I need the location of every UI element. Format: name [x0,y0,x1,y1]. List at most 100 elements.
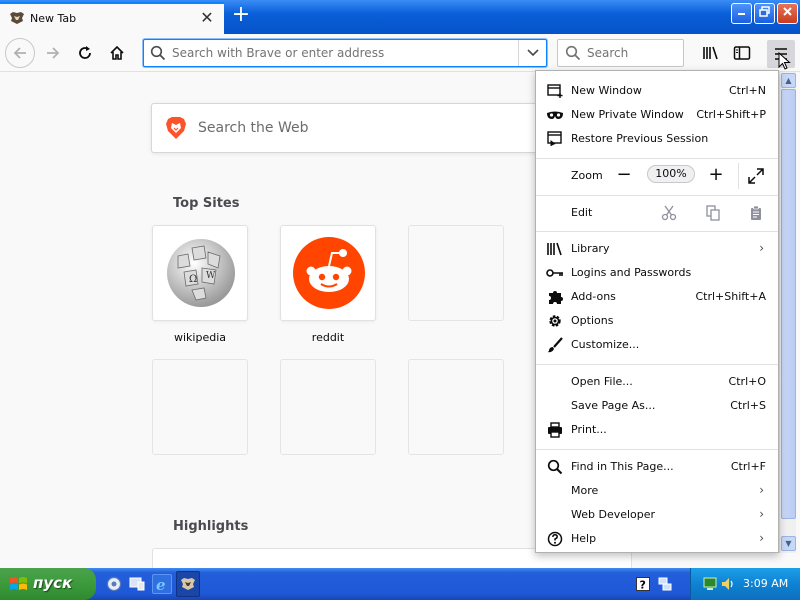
svg-text:Ω: Ω [189,274,197,285]
top-site-tile-empty[interactable] [152,359,248,455]
forward-button[interactable] [40,40,66,66]
taskbar-browser-button[interactable] [176,571,200,597]
maximize-button[interactable] [754,3,775,24]
sidebar-button[interactable] [729,40,755,66]
tray-network-icon[interactable] [655,574,675,594]
chevron-right-icon: › [759,483,764,497]
address-dropdown-button[interactable] [518,40,546,66]
address-bar[interactable] [143,39,547,67]
menu-item-find[interactable]: Find in This Page... Ctrl+F [536,455,778,479]
menu-item-edit: Edit [536,201,778,225]
scissors-icon [661,205,677,221]
scrollbar-thumb[interactable] [781,89,796,519]
page-scrollbar[interactable]: ▲ ▼ [779,72,796,553]
search-bar[interactable] [557,39,684,67]
fullscreen-button[interactable] [747,167,765,185]
help-icon [546,531,564,547]
clock: 3:09 AM [743,577,789,590]
zoom-reset-button[interactable]: 100% [647,165,695,183]
menu-item-web-developer[interactable]: Web Developer › [536,503,778,527]
menu-item-print[interactable]: Print... [536,418,778,442]
new-window-icon [546,83,564,99]
private-mask-icon [546,107,564,123]
tab-close-icon[interactable]: ✕ [198,9,216,27]
highlights-heading: Highlights [173,519,249,534]
cut-button[interactable] [660,204,678,222]
minimize-button[interactable] [731,3,752,24]
menu-item-zoom: Zoom − 100% + [536,163,778,189]
fullscreen-icon [748,168,764,184]
top-site-tile-empty[interactable] [408,359,504,455]
top-site-tile-empty[interactable] [408,225,504,321]
navigation-toolbar [0,34,800,72]
library-icon [546,241,564,257]
brave-lion-icon [166,117,186,139]
reload-button[interactable] [72,40,98,66]
restore-icon [759,6,770,17]
top-site-tile-wikipedia[interactable]: Ω W [152,225,248,321]
quicklaunch-media-icon[interactable] [104,574,124,594]
menu-item-open-file[interactable]: Open File... Ctrl+O [536,370,778,394]
search-icon [150,45,166,61]
gear-icon [546,313,564,329]
search-input[interactable] [587,45,677,61]
zoom-in-button[interactable]: + [706,166,726,184]
edit-label: Edit [571,206,593,219]
menu-separator [536,195,778,196]
web-search-placeholder: Search the Web [198,120,309,136]
scroll-down-button[interactable]: ▼ [781,536,796,551]
menu-item-options[interactable]: Options [536,309,778,333]
tray-help-icon[interactable]: ? [633,574,653,594]
close-window-button[interactable] [777,3,798,24]
menu-item-addons[interactable]: Add-ons Ctrl+Shift+A [536,285,778,309]
restore-session-icon [546,131,564,147]
new-tab-button[interactable]: + [229,4,253,28]
chevron-right-icon: › [759,507,764,521]
back-button[interactable] [5,38,35,68]
menu-item-library[interactable]: Library › [536,237,778,261]
menu-item-logins[interactable]: Logins and Passwords [536,261,778,285]
zoom-out-button[interactable]: − [614,166,634,184]
top-site-label-wikipedia: wikipedia [173,331,226,344]
top-site-label-reddit: reddit [311,331,345,344]
reddit-alien-icon [293,237,365,309]
chevron-right-icon: › [759,531,764,545]
home-button[interactable] [104,40,130,66]
brave-favicon-icon [181,578,195,590]
chevron-down-icon [526,49,539,57]
quicklaunch-desktop-icon[interactable] [127,574,147,594]
windows-logo-icon [10,577,27,590]
printer-icon [546,422,564,438]
menu-item-new-private-window[interactable]: New Private Window Ctrl+Shift+P [536,103,778,127]
menu-item-restore-session[interactable]: Restore Previous Session [536,127,778,151]
tray-monitor-icon[interactable] [703,577,717,591]
quicklaunch-ie-icon[interactable]: e [152,574,172,594]
search-icon [565,45,581,61]
tab-title: New Tab [30,12,77,25]
menu-item-help[interactable]: Help › [536,527,778,551]
puzzle-piece-icon [546,289,564,305]
copy-button[interactable] [704,204,722,222]
top-site-tile-empty[interactable] [280,359,376,455]
menu-separator [536,158,778,159]
top-sites-heading: Top Sites [173,196,240,211]
clipboard-icon [751,205,761,220]
library-icon [703,46,718,60]
close-icon [783,7,792,16]
top-site-tile-reddit[interactable] [280,225,376,321]
reload-icon [79,46,91,59]
tab-new-tab[interactable]: New Tab ✕ [0,2,224,34]
menu-item-save-page[interactable]: Save Page As... Ctrl+S [536,394,778,418]
menu-item-customize[interactable]: Customize... [536,333,778,357]
menu-item-more[interactable]: More › [536,479,778,503]
mouse-cursor-icon [778,52,791,70]
scroll-up-button[interactable]: ▲ [781,73,796,88]
key-icon [546,265,564,281]
menu-item-new-window[interactable]: New Window Ctrl+N [536,79,778,103]
brave-favicon-icon [10,12,24,24]
paste-button[interactable] [747,204,765,222]
start-button[interactable]: пуск [0,568,96,600]
library-button[interactable] [698,40,724,66]
address-input[interactable] [172,43,512,63]
tray-volume-icon[interactable] [721,577,735,591]
